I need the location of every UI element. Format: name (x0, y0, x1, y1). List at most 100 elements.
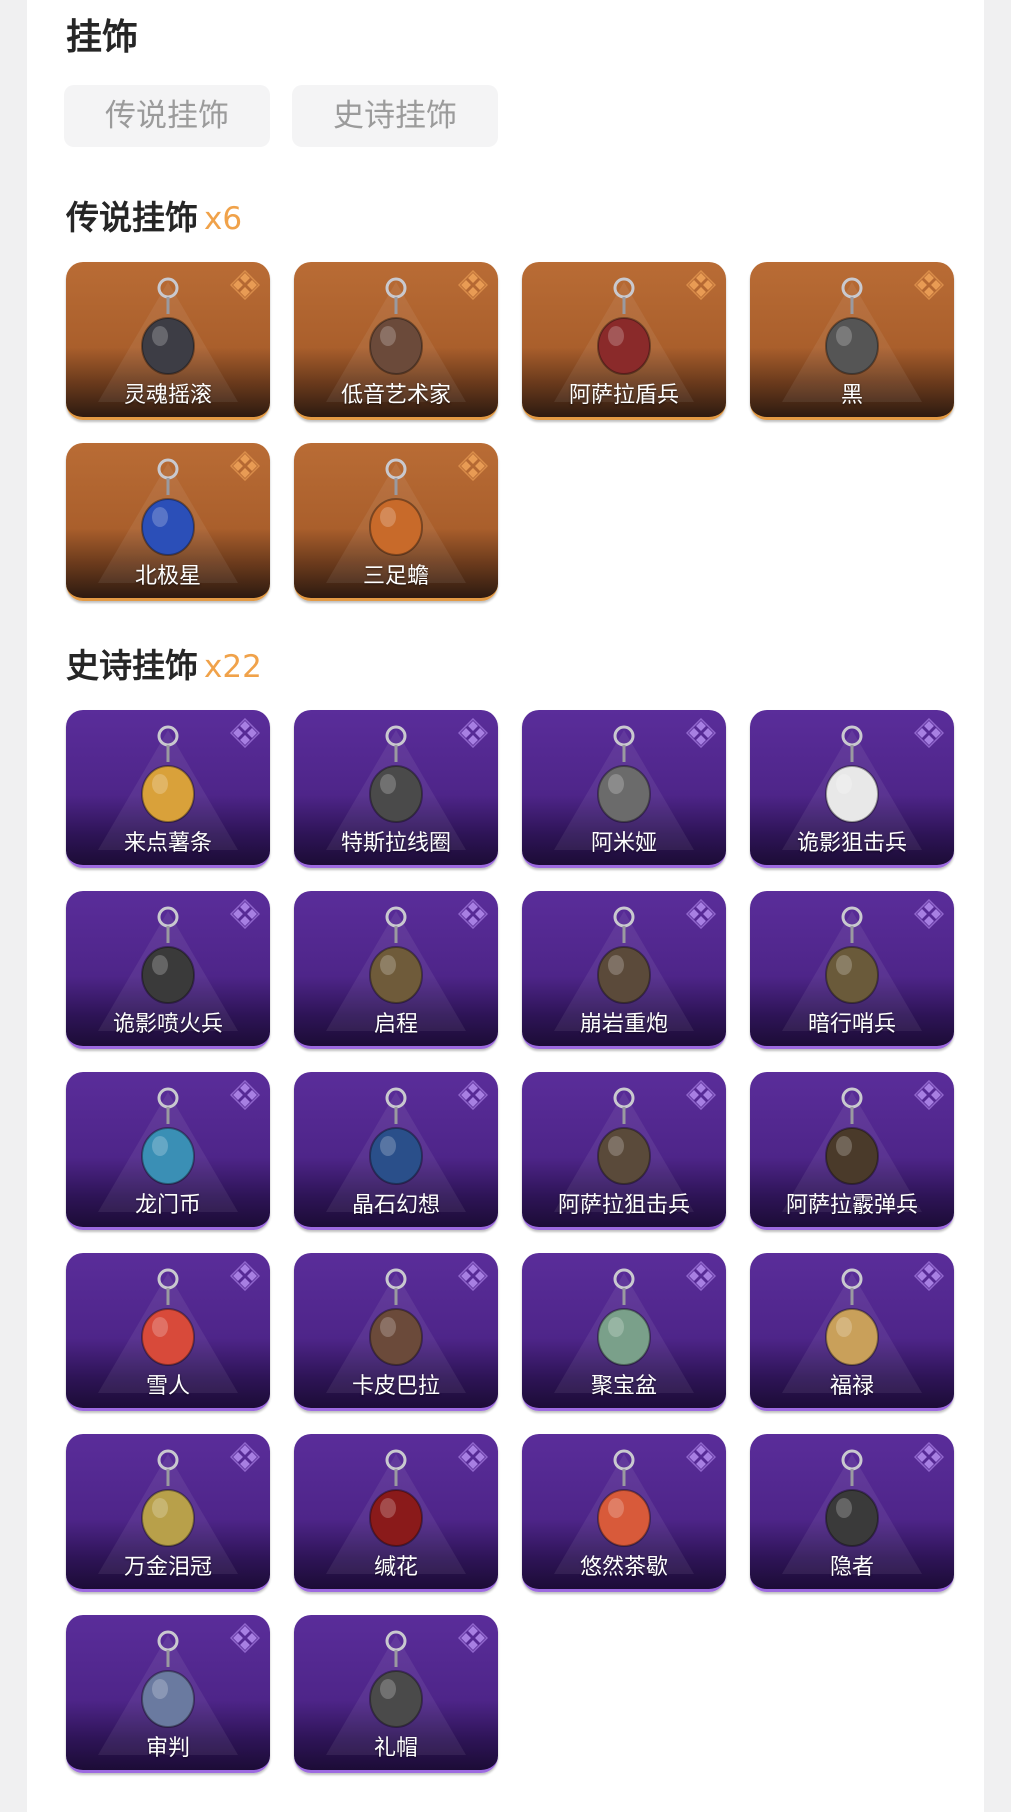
rarity-diamond-icon (230, 451, 260, 481)
item-card[interactable]: 阿萨拉盾兵 (522, 262, 726, 420)
item-card[interactable]: 阿萨拉狙击兵 (522, 1072, 726, 1230)
item-name: 三足蟾 (362, 564, 429, 589)
keychain-charm-icon (141, 277, 195, 375)
filter-tab-epic[interactable]: 史诗挂饰 (292, 85, 498, 147)
item-card[interactable]: 礼帽 (294, 1615, 498, 1773)
item-card[interactable]: 缄花 (294, 1434, 498, 1592)
rarity-diamond-icon (914, 1442, 944, 1472)
keychain-charm-icon (825, 906, 879, 1004)
item-name: 阿萨拉盾兵 (568, 383, 679, 408)
rarity-diamond-icon (230, 270, 260, 300)
keychain-charm-icon (141, 1268, 195, 1366)
rarity-diamond-icon (458, 1261, 488, 1291)
item-name: 阿米娅 (590, 831, 657, 856)
keychain-charm-icon (825, 1449, 879, 1547)
rarity-diamond-icon (914, 1261, 944, 1291)
item-card[interactable]: 雪人 (66, 1253, 270, 1411)
keychain-charm-icon (369, 1449, 423, 1547)
keychain-charm-icon (597, 1087, 651, 1185)
keychain-charm-icon (369, 725, 423, 823)
item-name: 黑 (840, 383, 863, 408)
item-card[interactable]: 审判 (66, 1615, 270, 1773)
item-card[interactable]: 诡影狙击兵 (750, 710, 954, 868)
keychain-charm-icon (141, 458, 195, 556)
item-name: 阿萨拉狙击兵 (557, 1193, 690, 1218)
item-card[interactable]: 隐者 (750, 1434, 954, 1592)
keychain-charm-icon (369, 1268, 423, 1366)
keychain-charm-icon (141, 1630, 195, 1728)
keychain-charm-icon (141, 725, 195, 823)
rarity-diamond-icon (914, 270, 944, 300)
section-title-legendary: 传说挂饰 x6 (66, 196, 242, 241)
item-card[interactable]: 万金泪冠 (66, 1434, 270, 1592)
item-name: 万金泪冠 (123, 1555, 212, 1580)
item-name: 卡皮巴拉 (351, 1374, 440, 1399)
section-title-text: 史诗挂饰 (66, 646, 198, 685)
keychain-charm-icon (597, 277, 651, 375)
rarity-diamond-icon (686, 899, 716, 929)
filter-tab-legendary[interactable]: 传说挂饰 (64, 85, 270, 147)
rarity-diamond-icon (686, 718, 716, 748)
keychain-charm-icon (597, 725, 651, 823)
item-card[interactable]: 龙门币 (66, 1072, 270, 1230)
item-card[interactable]: 北极星 (66, 443, 270, 601)
item-name: 北极星 (134, 564, 201, 589)
rarity-diamond-icon (230, 1623, 260, 1653)
item-card[interactable]: 悠然茶歇 (522, 1434, 726, 1592)
keychain-charm-icon (825, 725, 879, 823)
rarity-diamond-icon (914, 718, 944, 748)
item-name: 阿萨拉霰弹兵 (785, 1193, 918, 1218)
rarity-diamond-icon (458, 718, 488, 748)
section-title-text: 传说挂饰 (66, 198, 198, 237)
item-name: 灵魂摇滚 (123, 383, 212, 408)
rarity-diamond-icon (914, 1080, 944, 1110)
item-name: 聚宝盆 (590, 1374, 657, 1399)
rarity-diamond-icon (458, 451, 488, 481)
item-card[interactable]: 黑 (750, 262, 954, 420)
item-name: 启程 (373, 1012, 418, 1037)
item-name: 雪人 (145, 1374, 190, 1399)
rarity-diamond-icon (230, 899, 260, 929)
item-card[interactable]: 聚宝盆 (522, 1253, 726, 1411)
item-name: 礼帽 (373, 1736, 418, 1761)
keychain-charm-icon (597, 1268, 651, 1366)
item-card[interactable]: 来点薯条 (66, 710, 270, 868)
item-card[interactable]: 崩岩重炮 (522, 891, 726, 1049)
rarity-diamond-icon (230, 718, 260, 748)
item-card[interactable]: 卡皮巴拉 (294, 1253, 498, 1411)
item-card[interactable]: 特斯拉线圈 (294, 710, 498, 868)
item-card[interactable]: 阿萨拉霰弹兵 (750, 1072, 954, 1230)
item-card[interactable]: 阿米娅 (522, 710, 726, 868)
keychain-charm-icon (597, 906, 651, 1004)
keychain-charm-icon (369, 1630, 423, 1728)
section-count: x22 (204, 649, 262, 685)
keychain-charm-icon (369, 458, 423, 556)
item-card[interactable]: 晶石幻想 (294, 1072, 498, 1230)
keychain-charm-icon (141, 906, 195, 1004)
rarity-diamond-icon (230, 1080, 260, 1110)
item-card[interactable]: 灵魂摇滚 (66, 262, 270, 420)
item-name: 诡影狙击兵 (796, 831, 907, 856)
keychain-charm-icon (141, 1449, 195, 1547)
item-card[interactable]: 启程 (294, 891, 498, 1049)
keychain-charm-icon (369, 277, 423, 375)
item-name: 低音艺术家 (340, 383, 451, 408)
item-name: 福禄 (829, 1374, 874, 1399)
item-name: 悠然茶歇 (579, 1555, 668, 1580)
rarity-diamond-icon (914, 899, 944, 929)
rarity-diamond-icon (686, 1080, 716, 1110)
rarity-diamond-icon (230, 1442, 260, 1472)
item-name: 缄花 (373, 1555, 418, 1580)
item-card[interactable]: 诡影喷火兵 (66, 891, 270, 1049)
item-card[interactable]: 福禄 (750, 1253, 954, 1411)
rarity-diamond-icon (458, 899, 488, 929)
rarity-diamond-icon (458, 1623, 488, 1653)
item-name: 隐者 (829, 1555, 874, 1580)
rarity-diamond-icon (686, 1261, 716, 1291)
item-card[interactable]: 暗行哨兵 (750, 891, 954, 1049)
rarity-diamond-icon (230, 1261, 260, 1291)
keychain-charm-icon (369, 906, 423, 1004)
item-card[interactable]: 三足蟾 (294, 443, 498, 601)
item-card[interactable]: 低音艺术家 (294, 262, 498, 420)
rarity-diamond-icon (686, 270, 716, 300)
